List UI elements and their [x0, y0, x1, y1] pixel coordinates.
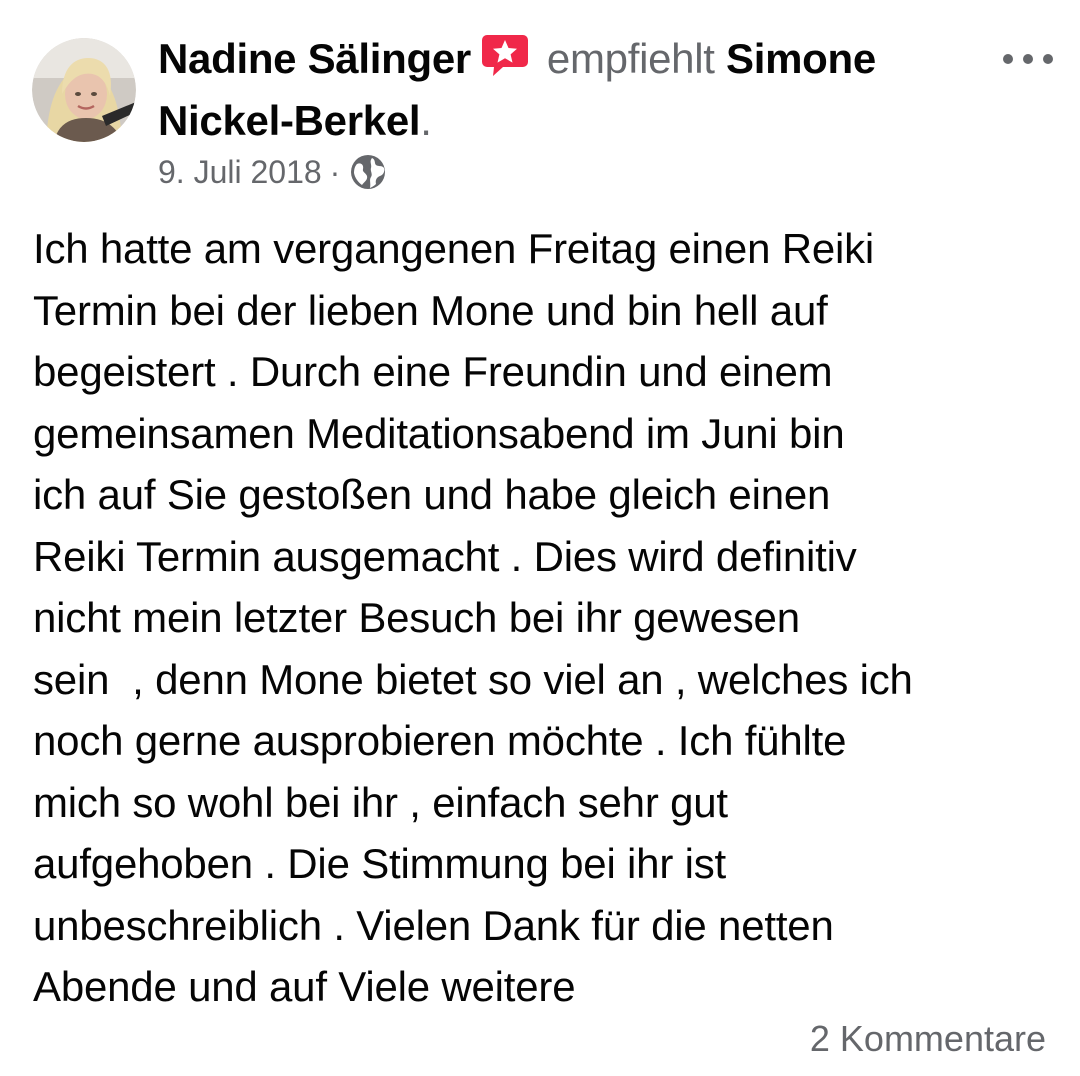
post-body-line: gemeinsamen Meditationsabend im Juni bin [33, 409, 845, 457]
post-meta: 9. Juli 2018 · [158, 148, 388, 196]
avatar-photo [32, 38, 136, 142]
post-body-line: mich so wohl bei ihr , einfach sehr gut [33, 778, 728, 826]
avatar[interactable] [32, 38, 136, 142]
post-body-line: nicht mein letzter Besuch bei ihr gewese… [33, 594, 800, 641]
post-body-line: unbeschreiblich . Vielen Dank für die ne… [33, 901, 834, 949]
post-body-line: begeistert . Durch eine Freundin und ein… [33, 348, 833, 395]
globe-icon [348, 152, 388, 192]
recommendation-badge-icon [481, 33, 529, 92]
post-body-line: ich auf Sie gestoßen und habe gleich ein… [33, 471, 831, 518]
post-body-line: aufgehoben . Die Stimmung bei ihr ist [33, 840, 726, 887]
post-body-line: sein , denn Mone bietet so viel an , wel… [33, 655, 913, 703]
more-options-button[interactable] [998, 44, 1058, 74]
more-options-icon [1003, 54, 1053, 64]
post-body-line: Abende und auf Viele weitere [33, 963, 576, 1010]
post-body-line: Reiki Termin ausgemacht . Dies wird defi… [33, 532, 857, 580]
header-period: . [420, 97, 432, 144]
post-body: Ich hatte am vergangenen Freitag einen R… [33, 218, 1053, 1018]
recommendation-post: Nadine Sälinger empfiehlt Simone Nickel-B… [0, 0, 1080, 1076]
recommend-verb: empfiehlt [546, 35, 715, 82]
post-body-line: Ich hatte am vergangenen Freitag einen R… [33, 225, 875, 272]
meta-separator: · [329, 153, 341, 190]
post-date[interactable]: 9. Juli 2018 [158, 154, 322, 191]
comments-count-link[interactable]: 2 Kommentare [810, 1018, 1046, 1060]
post-header: Nadine Sälinger empfiehlt Simone Nickel-B… [158, 30, 968, 150]
post-body-line: noch gerne ausprobieren möchte . Ich füh… [33, 717, 847, 764]
author-name[interactable]: Nadine Sälinger [158, 35, 471, 82]
post-body-line: Termin bei der lieben Mone und bin hell … [33, 286, 828, 334]
